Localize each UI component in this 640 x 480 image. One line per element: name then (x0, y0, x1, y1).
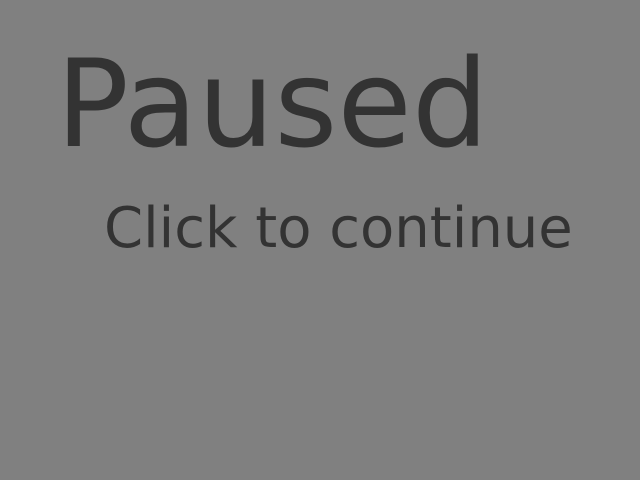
pause-overlay[interactable]: Paused Click to continue (0, 0, 640, 480)
continue-prompt[interactable]: Click to continue (104, 201, 573, 257)
pause-title: Paused (56, 34, 489, 175)
